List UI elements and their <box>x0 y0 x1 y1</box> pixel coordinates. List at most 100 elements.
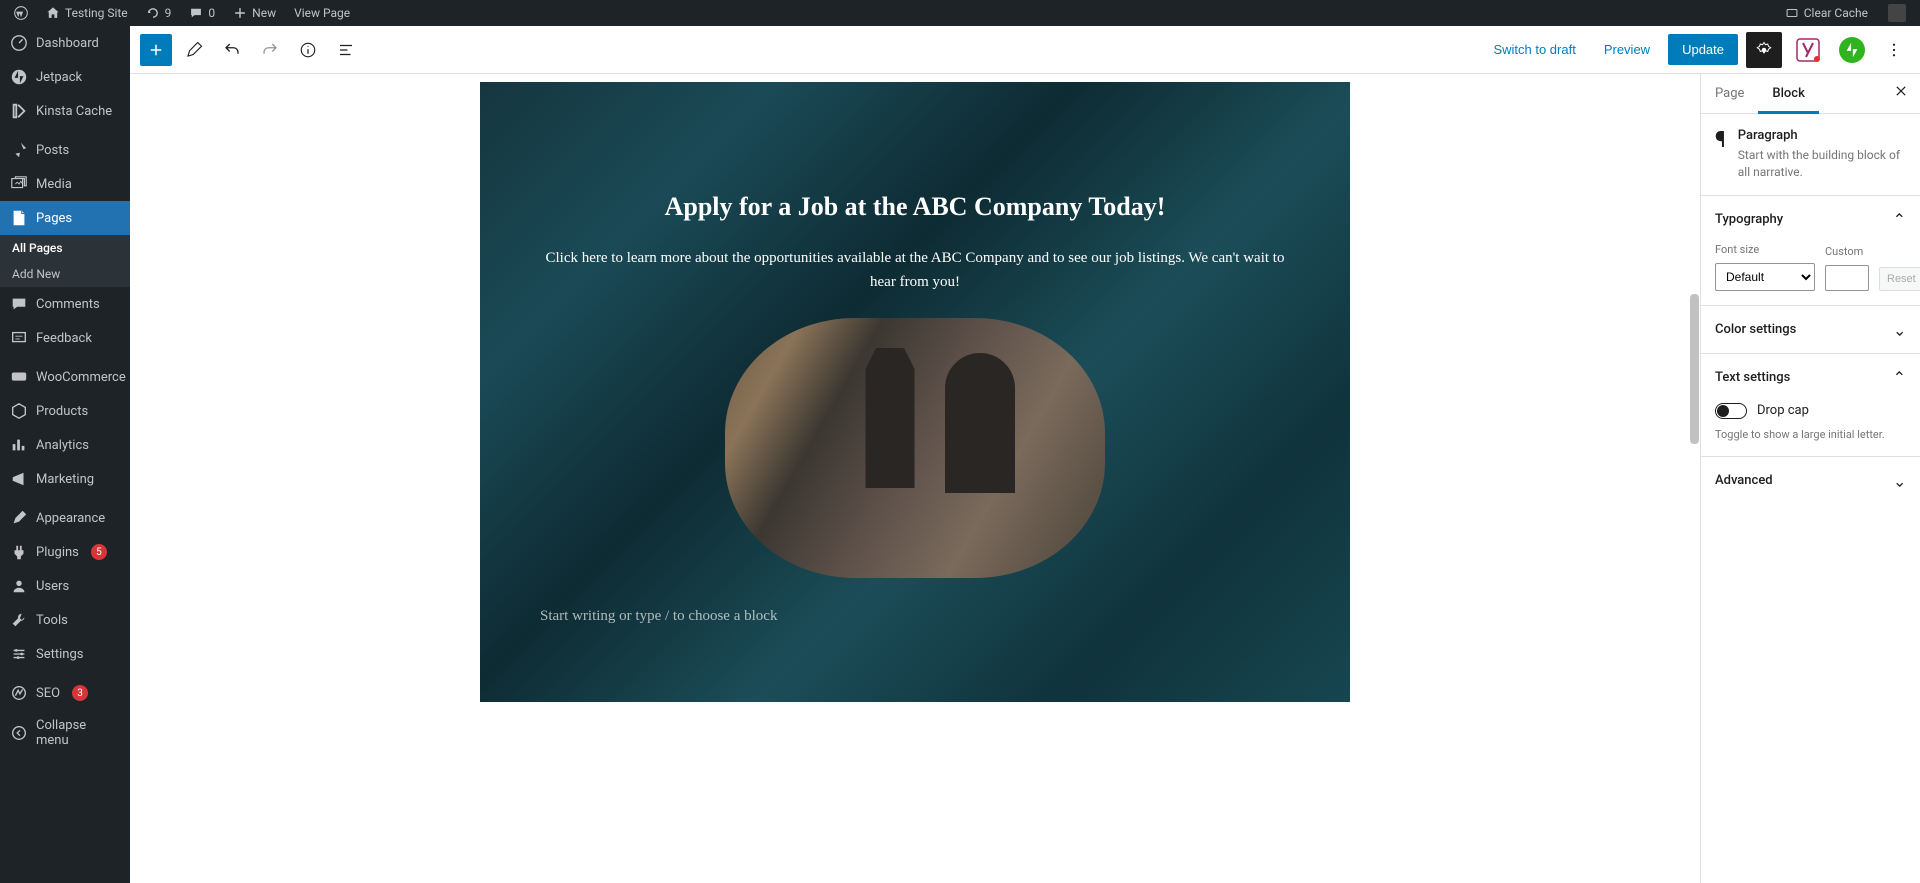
sidebar-item-products[interactable]: Products <box>0 394 130 428</box>
text-settings-panel: Text settings ⌃ Drop cap Toggle to show … <box>1701 353 1920 456</box>
jetpack-publicize-icon <box>1839 37 1865 63</box>
yoast-button[interactable] <box>1790 32 1826 68</box>
view-page-label: View Page <box>294 6 350 20</box>
jetpack-icon <box>10 68 28 86</box>
cover-block[interactable]: Apply for a Job at the ABC Company Today… <box>480 82 1350 702</box>
sidebar-item-settings[interactable]: Settings <box>0 637 130 671</box>
editor-canvas[interactable]: Apply for a Job at the ABC Company Today… <box>130 74 1700 883</box>
kinsta-icon <box>10 102 28 120</box>
font-size-select[interactable]: Default <box>1715 263 1815 291</box>
tab-page[interactable]: Page <box>1701 74 1758 113</box>
plugins-badge: 5 <box>91 544 107 560</box>
cover-image[interactable] <box>725 318 1105 578</box>
more-options-button[interactable] <box>1878 34 1910 66</box>
dashboard-icon <box>10 34 28 52</box>
sidebar-item-pages[interactable]: Pages <box>0 201 130 235</box>
switch-to-draft-button[interactable]: Switch to draft <box>1483 34 1585 65</box>
avatar-icon <box>1888 4 1906 22</box>
tools-selector-button[interactable] <box>178 34 210 66</box>
view-page-link[interactable]: View Page <box>286 0 358 26</box>
updates-count: 9 <box>165 6 172 20</box>
site-name-text: Testing Site <box>65 6 128 20</box>
cover-heading[interactable]: Apply for a Job at the ABC Company Today… <box>540 192 1290 222</box>
typography-panel: Typography ⌃ Font size Default Custom Re <box>1701 195 1920 305</box>
analytics-icon <box>10 436 28 454</box>
undo-button[interactable] <box>216 34 248 66</box>
sidebar-item-marketing[interactable]: Marketing <box>0 462 130 496</box>
editor: Switch to draft Preview Update Apply for… <box>130 26 1920 883</box>
submenu-add-new[interactable]: Add New <box>0 261 130 287</box>
block-card: ¶ Paragraph Start with the building bloc… <box>1701 114 1920 195</box>
preview-button[interactable]: Preview <box>1594 34 1660 65</box>
sidebar-item-posts[interactable]: Posts <box>0 133 130 167</box>
settings-tabs: Page Block <box>1701 74 1920 114</box>
clear-cache-label: Clear Cache <box>1804 6 1868 20</box>
redo-button[interactable] <box>254 34 286 66</box>
feedback-icon <box>10 329 28 347</box>
comments-link[interactable]: 0 <box>181 0 223 26</box>
page-icon <box>10 209 28 227</box>
submenu-all-pages[interactable]: All Pages <box>0 235 130 261</box>
color-panel-toggle[interactable]: Color settings ⌃ <box>1701 306 1920 353</box>
sidebar-item-tools[interactable]: Tools <box>0 603 130 637</box>
chevron-down-icon: ⌃ <box>1893 320 1906 339</box>
dropcap-toggle[interactable] <box>1715 403 1747 419</box>
advanced-panel-toggle[interactable]: Advanced ⌃ <box>1701 457 1920 504</box>
sidebar-item-appearance[interactable]: Appearance <box>0 501 130 535</box>
sidebar-item-users[interactable]: Users <box>0 569 130 603</box>
empty-paragraph-placeholder[interactable]: Start writing or type / to choose a bloc… <box>540 608 1290 625</box>
chevron-up-icon: ⌃ <box>1893 368 1906 387</box>
reset-size-button[interactable]: Reset <box>1879 267 1920 291</box>
sidebar-item-collapse[interactable]: Collapse menu <box>0 710 130 756</box>
text-settings-panel-toggle[interactable]: Text settings ⌃ <box>1701 354 1920 401</box>
block-inserter-button[interactable] <box>140 34 172 66</box>
media-icon <box>10 175 28 193</box>
block-card-title: Paragraph <box>1738 128 1906 143</box>
pages-submenu: All Pages Add New <box>0 235 130 287</box>
sidebar-item-media[interactable]: Media <box>0 167 130 201</box>
sidebar-item-dashboard[interactable]: Dashboard <box>0 26 130 60</box>
new-label: New <box>252 6 276 20</box>
sidebar-item-seo[interactable]: SEO3 <box>0 676 130 710</box>
chevron-down-icon: ⌃ <box>1893 471 1906 490</box>
update-button[interactable]: Update <box>1668 34 1738 65</box>
updates-icon <box>146 6 160 20</box>
sidebar-item-feedback[interactable]: Feedback <box>0 321 130 355</box>
woo-icon <box>10 368 28 386</box>
sidebar-item-plugins[interactable]: Plugins5 <box>0 535 130 569</box>
wp-logo-menu[interactable] <box>6 0 36 26</box>
plugins-icon <box>10 543 28 561</box>
sidebar-item-comments[interactable]: Comments <box>0 287 130 321</box>
updates-link[interactable]: 9 <box>138 0 180 26</box>
tools-icon <box>10 611 28 629</box>
account-menu[interactable] <box>1880 0 1914 26</box>
close-settings-button[interactable] <box>1882 74 1920 113</box>
sidebar-item-analytics[interactable]: Analytics <box>0 428 130 462</box>
comment-icon <box>189 6 203 20</box>
sidebar-item-jetpack[interactable]: Jetpack <box>0 60 130 94</box>
appearance-icon <box>10 509 28 527</box>
users-icon <box>10 577 28 595</box>
typography-panel-toggle[interactable]: Typography ⌃ <box>1701 196 1920 243</box>
outline-button[interactable] <box>330 34 362 66</box>
clear-cache-link[interactable]: Clear Cache <box>1777 0 1876 26</box>
settings-toggle-button[interactable] <box>1746 32 1782 68</box>
custom-size-label: Custom <box>1825 245 1869 258</box>
sidebar-item-woocommerce[interactable]: WooCommerce <box>0 360 130 394</box>
cover-paragraph[interactable]: Click here to learn more about the oppor… <box>540 246 1290 294</box>
product-icon <box>10 402 28 420</box>
sidebar-item-kinsta[interactable]: Kinsta Cache <box>0 94 130 128</box>
custom-size-input[interactable] <box>1825 265 1869 291</box>
comments-icon <box>10 295 28 313</box>
tab-block[interactable]: Block <box>1758 74 1818 113</box>
details-button[interactable] <box>292 34 324 66</box>
jetpack-button[interactable] <box>1834 32 1870 68</box>
wordpress-icon <box>14 6 28 20</box>
scrollbar-thumb[interactable] <box>1690 294 1699 444</box>
home-icon <box>46 6 60 20</box>
comments-count: 0 <box>208 6 215 20</box>
new-content-link[interactable]: New <box>225 0 284 26</box>
admin-sidebar: Dashboard Jetpack Kinsta Cache Posts Med… <box>0 26 130 883</box>
site-name-link[interactable]: Testing Site <box>38 0 136 26</box>
cache-icon <box>1785 6 1799 20</box>
